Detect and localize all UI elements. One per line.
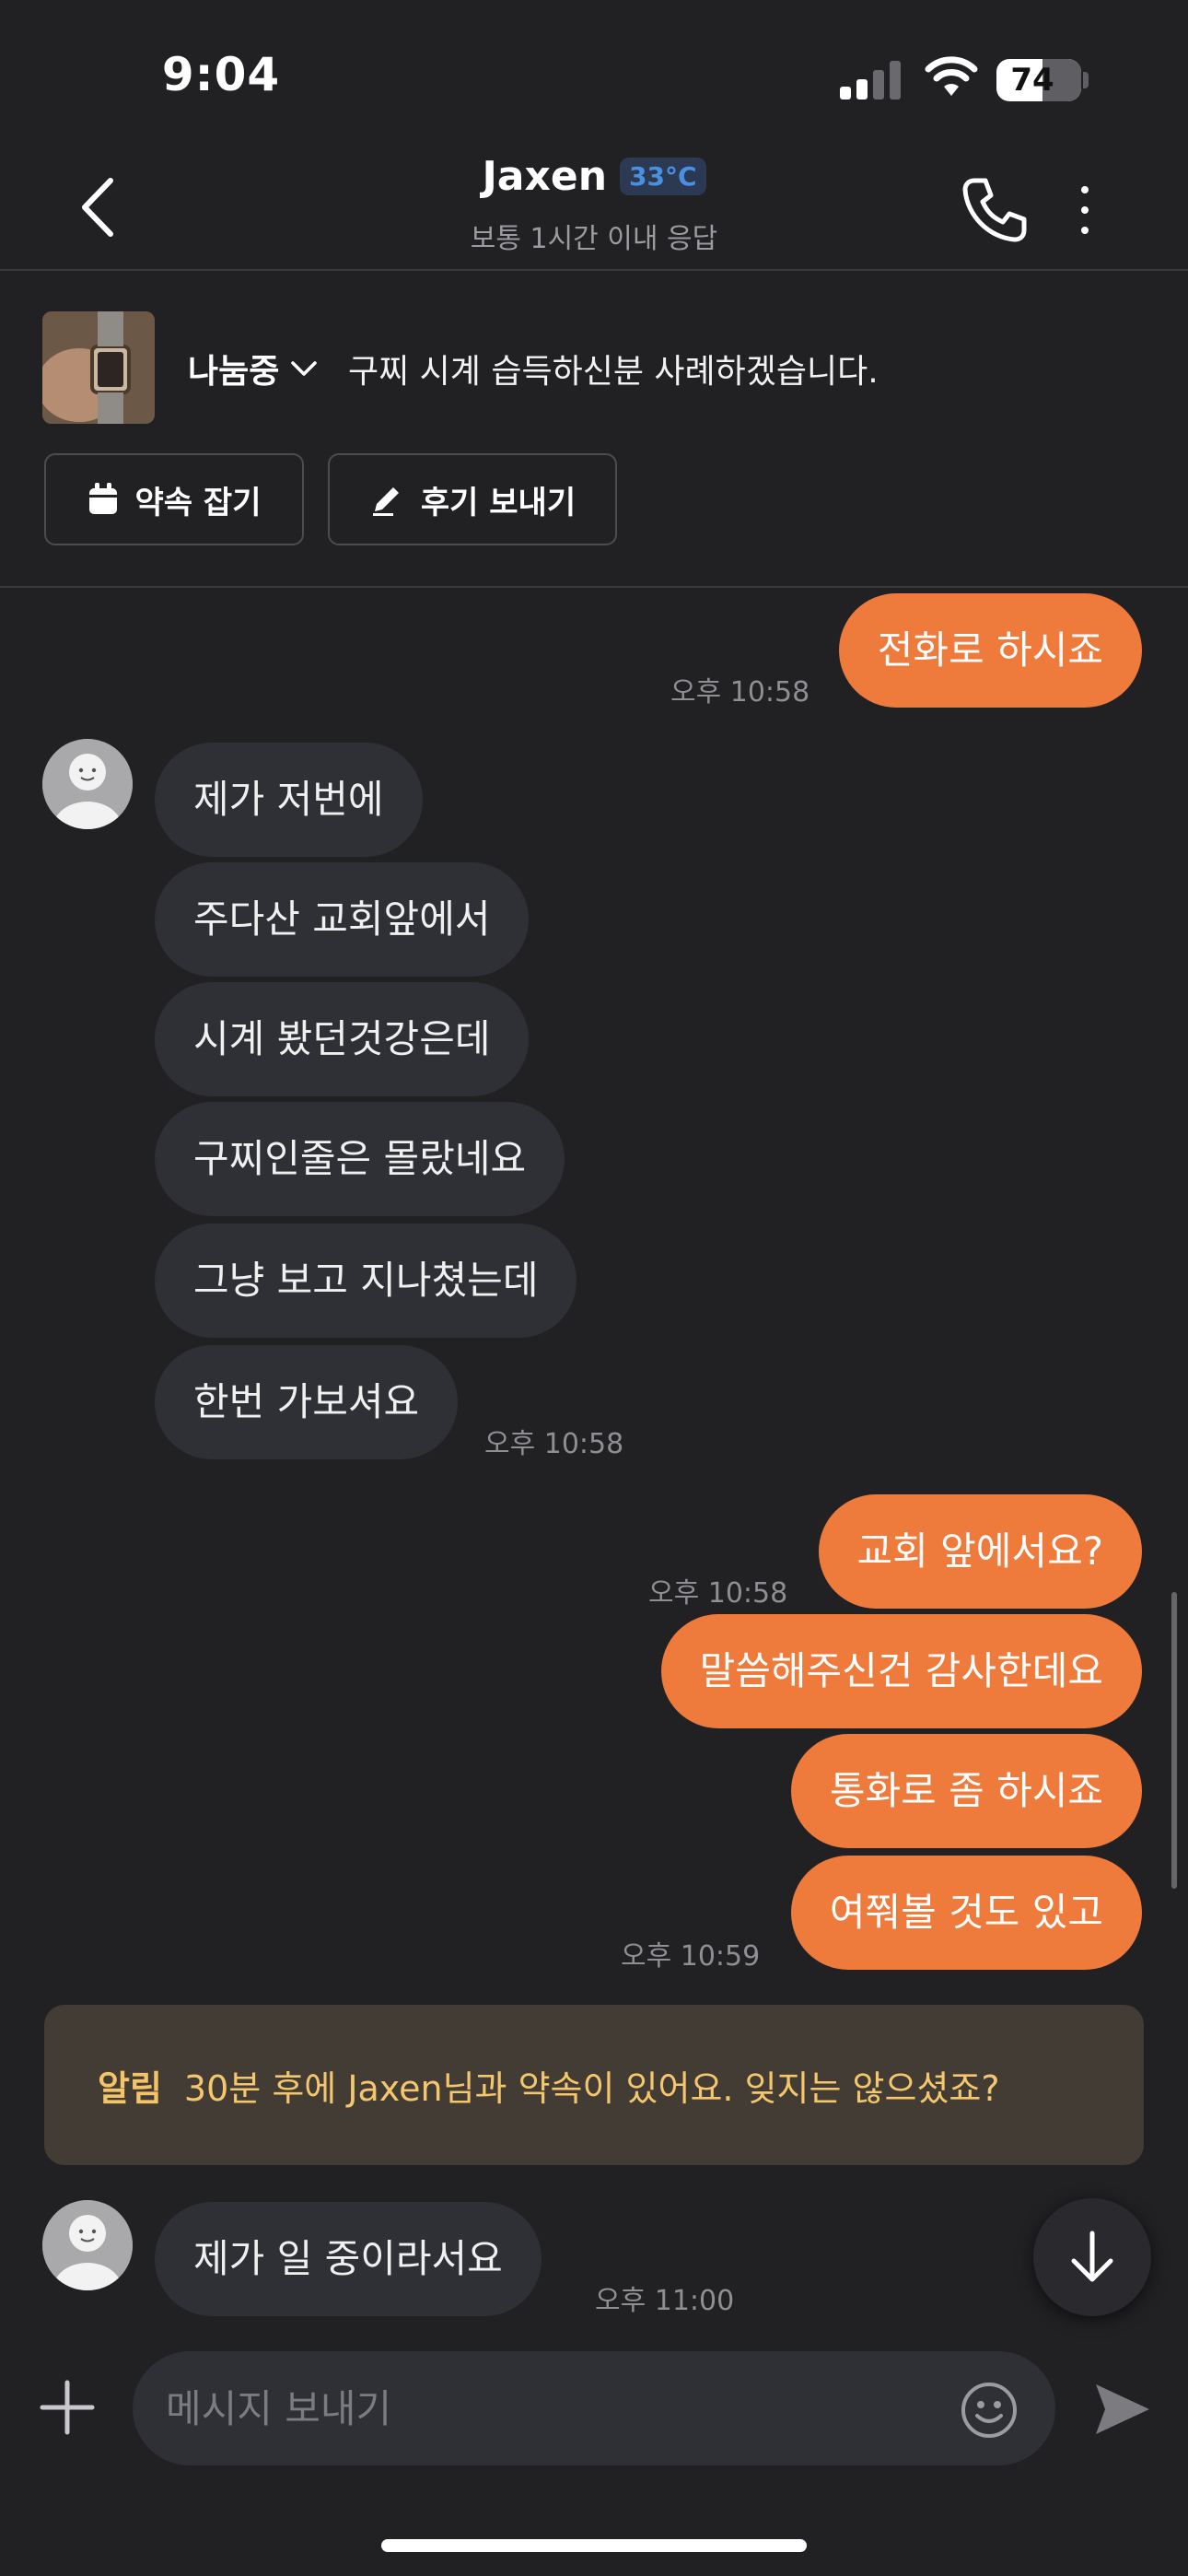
message-bubble-outgoing[interactable]: 통화로 좀 하시죠 xyxy=(790,1734,1142,1848)
product-thumbnail[interactable] xyxy=(42,311,155,424)
message-bubble-outgoing[interactable]: 여쭤볼 것도 있고 xyxy=(790,1856,1142,1970)
send-review-button[interactable]: 후기 보내기 xyxy=(328,453,617,545)
status-time: 9:04 xyxy=(161,48,281,101)
message-bubble-outgoing[interactable]: 전화로 하시죠 xyxy=(838,593,1142,708)
product-title[interactable]: 구찌 시계 습득하신분 사례하겠습니다. xyxy=(348,345,879,392)
more-vertical-icon[interactable] xyxy=(1074,181,1096,240)
message-bubble-outgoing[interactable]: 말씀해주신건 감사한데요 xyxy=(660,1614,1142,1728)
signal-icon xyxy=(840,61,903,100)
chevron-down-icon xyxy=(291,361,318,376)
product-divider xyxy=(0,586,1188,588)
message-bubble-incoming[interactable]: 한번 가보셔요 xyxy=(155,1345,459,1459)
appointment-reminder-notice: 알림 30분 후에 Jaxen님과 약속이 있어요. 잊지는 않으셨죠? xyxy=(44,2005,1144,2165)
plus-icon[interactable] xyxy=(39,2379,96,2436)
pencil-icon xyxy=(372,487,399,516)
battery-cap xyxy=(1083,72,1089,88)
arrow-down-icon xyxy=(1071,2231,1113,2282)
default-avatar-icon xyxy=(42,2200,133,2290)
partner-avatar[interactable] xyxy=(42,739,133,829)
message-timestamp: 오후 10:58 xyxy=(648,1577,788,1610)
make-appointment-button[interactable]: 약속 잡기 xyxy=(44,453,304,545)
message-bubble-outgoing[interactable]: 교회 앞에서요? xyxy=(818,1494,1142,1609)
message-bubble-incoming[interactable]: 제가 일 중이라서요 xyxy=(155,2202,542,2316)
message-timestamp: 오후 10:59 xyxy=(621,1940,761,1973)
smiley-icon[interactable] xyxy=(960,2381,1019,2440)
sale-status-label: 나눔중 xyxy=(188,353,280,391)
battery-level: 74 xyxy=(1010,62,1054,99)
send-review-label: 후기 보내기 xyxy=(420,484,577,521)
default-avatar-icon xyxy=(42,739,133,829)
message-bubble-incoming[interactable]: 그냥 보고 지나쳤는데 xyxy=(155,1224,577,1338)
message-bubble-incoming[interactable]: 주다산 교회앞에서 xyxy=(155,862,530,977)
notice-label: 알림 xyxy=(98,2067,162,2109)
wifi-icon xyxy=(925,56,978,96)
message-bubble-incoming[interactable]: 구찌인줄은 몰랐네요 xyxy=(155,1102,565,1216)
scroll-to-bottom-button[interactable] xyxy=(1033,2198,1151,2316)
partner-avatar[interactable] xyxy=(42,2200,133,2290)
sale-status-dropdown[interactable]: 나눔중 xyxy=(188,345,318,392)
header-divider xyxy=(0,269,1188,271)
scrollbar[interactable] xyxy=(1171,1592,1177,1889)
message-timestamp: 오후 10:58 xyxy=(670,676,810,708)
message-timestamp: 오후 10:58 xyxy=(484,1428,624,1460)
notice-text: 30분 후에 Jaxen님과 약속이 있어요. 잊지는 않으셨죠? xyxy=(183,2067,1000,2109)
phone-icon[interactable] xyxy=(960,175,1030,245)
send-icon[interactable] xyxy=(1092,2381,1153,2438)
calendar-icon xyxy=(88,483,117,514)
message-bubble-incoming[interactable]: 제가 저번에 xyxy=(155,743,423,857)
manner-temperature-badge: 33°C xyxy=(620,158,706,195)
partner-name[interactable]: Jaxen xyxy=(482,153,607,200)
message-timestamp: 오후 11:00 xyxy=(595,2285,735,2317)
home-indicator xyxy=(381,2539,807,2552)
watch-photo xyxy=(42,311,155,424)
message-bubble-incoming[interactable]: 시계 봤던것강은데 xyxy=(155,982,530,1096)
message-input[interactable] xyxy=(166,2370,921,2447)
make-appointment-label: 약속 잡기 xyxy=(134,484,262,521)
